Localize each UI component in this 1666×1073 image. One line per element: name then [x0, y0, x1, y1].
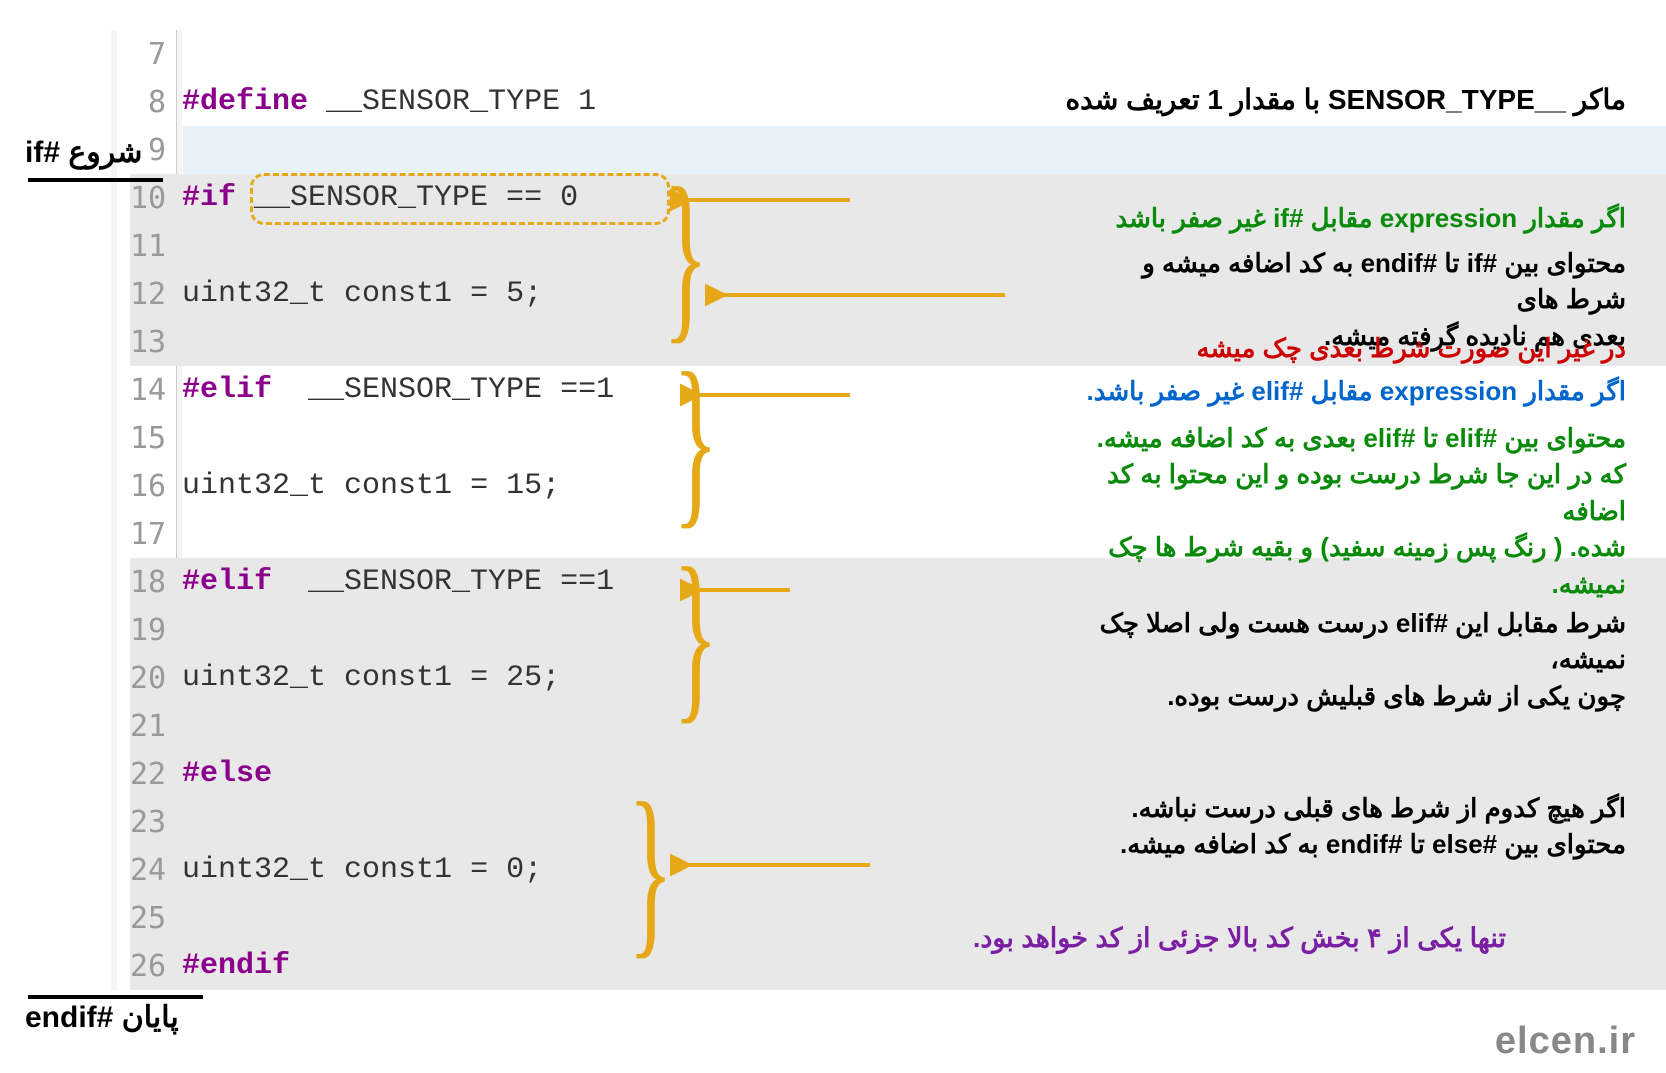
- annotation-else-check: در غیر این صورت شرط بعدی چک میشه: [1197, 330, 1626, 366]
- line-number: 26: [130, 949, 174, 984]
- line-number: 11: [130, 229, 174, 264]
- code-line: 15: [130, 414, 930, 462]
- code-line: 20 uint32_t const1 = 25;: [130, 654, 930, 702]
- arrow-icon: [670, 845, 880, 885]
- code-line: 16 uint32_t const1 = 15;: [130, 462, 930, 510]
- annotation-text: expression: [1380, 376, 1517, 406]
- annotation-text: اگر مقدار: [1517, 376, 1626, 406]
- code-content: uint32_t const1 = 0;: [174, 853, 542, 887]
- code-content: #else: [174, 757, 272, 791]
- code-line: 8 #define __SENSOR_TYPE 1: [130, 78, 930, 126]
- line-number: 8: [130, 85, 174, 120]
- watermark-text: elcen.ir: [1495, 1020, 1636, 1063]
- line-number: 15: [130, 421, 174, 456]
- annotation-text: #elif: [1251, 376, 1303, 406]
- arrow-icon: [670, 180, 870, 220]
- annotation-text: محتوای بین #elif تا #elif بعدی به کد اضا…: [1046, 420, 1626, 456]
- line-number: 7: [130, 37, 174, 72]
- annotation-text: شرط مقابل این #elif درست هست ولی اصلا چک…: [1046, 605, 1626, 678]
- line-number: 22: [130, 757, 174, 792]
- line-number: 20: [130, 661, 174, 696]
- start-if-underline: [28, 178, 163, 182]
- start-if-label: شروع #if: [25, 135, 142, 170]
- annotation-text: غیر صفر باشد.: [1087, 376, 1252, 406]
- annotation-summary: تنها یکی از ۴ بخش کد بالا جزئی از کد خوا…: [973, 920, 1506, 958]
- annotation-text: اگر هیچ کدوم از شرط های قبلی درست نباشه.: [1066, 790, 1626, 826]
- line-number: 19: [130, 613, 174, 648]
- end-endif-underline: [28, 995, 203, 999]
- code-content: #endif: [174, 949, 290, 983]
- code-line: 26 #endif: [130, 942, 930, 990]
- arrow-icon: [680, 375, 860, 415]
- annotation-elif-expr: اگر مقدار expression مقابل #elif غیر صفر…: [1087, 373, 1626, 409]
- code-content: uint32_t const1 = 15;: [174, 469, 560, 503]
- annotation-text: شده. ( رنگ پس زمینه سفید) و بقیه شرط ها …: [1046, 529, 1626, 602]
- line-number: 21: [130, 709, 174, 744]
- code-line: 7: [130, 30, 930, 78]
- annotation-elif-body: محتوای بین #elif تا #elif بعدی به کد اضا…: [1046, 420, 1626, 602]
- code-line: 25: [130, 894, 930, 942]
- line-number: 17: [130, 517, 174, 552]
- annotation-text: چون یکی از شرط های قبلیش درست بوده.: [1046, 678, 1626, 714]
- line-number: 14: [130, 373, 174, 408]
- annotation-text: محتوای بین #if تا #endif به کد اضافه میش…: [1076, 245, 1626, 318]
- code-line: 19: [130, 606, 930, 654]
- code-content: uint32_t const1 = 25;: [174, 661, 560, 695]
- code-line: 9: [130, 126, 930, 174]
- end-endif-label: پایان #endif: [25, 1000, 179, 1035]
- gutter-strip-left: [111, 30, 117, 990]
- code-content: uint32_t const1 = 5;: [174, 277, 542, 311]
- line-number: 16: [130, 469, 174, 504]
- expression-highlight-box: [250, 173, 670, 225]
- code-content: #elif __SENSOR_TYPE ==1: [174, 565, 614, 599]
- annotation-text: که در این جا شرط درست بوده و این محتوا ب…: [1046, 456, 1626, 529]
- line-number: 10: [130, 181, 174, 216]
- line-number: 25: [130, 901, 174, 936]
- code-content: #define __SENSOR_TYPE 1: [174, 85, 596, 119]
- code-line: 21: [130, 702, 930, 750]
- code-content: #elif __SENSOR_TYPE ==1: [174, 373, 614, 407]
- arrow-icon: [680, 570, 800, 610]
- code-line: 23: [130, 798, 930, 846]
- line-number: 18: [130, 565, 174, 600]
- line-number: 13: [130, 325, 174, 360]
- code-line: 22 #else: [130, 750, 930, 798]
- annotation-text: محتوای بین #else تا #endif به کد اضافه م…: [1066, 826, 1626, 862]
- annotation-else: اگر هیچ کدوم از شرط های قبلی درست نباشه.…: [1066, 790, 1626, 863]
- line-number: 23: [130, 805, 174, 840]
- line-number: 24: [130, 853, 174, 888]
- brace-icon: }: [628, 785, 674, 956]
- annotation-if-expr: اگر مقدار expression مقابل #if غیر صفر ب…: [1115, 200, 1626, 236]
- code-line: 18 #elif __SENSOR_TYPE ==1: [130, 558, 930, 606]
- code-line: 13: [130, 318, 930, 366]
- code-line: 11: [130, 222, 930, 270]
- annotation-elif2: شرط مقابل این #elif درست هست ولی اصلا چک…: [1046, 605, 1626, 714]
- annotation-define: ماکر __SENSOR_TYPE با مقدار 1 تعریف شده: [1065, 80, 1626, 119]
- annotation-text: مقابل: [1303, 376, 1379, 406]
- line-number: 12: [130, 277, 174, 312]
- arrow-icon: [705, 275, 1015, 315]
- code-line: 17: [130, 510, 930, 558]
